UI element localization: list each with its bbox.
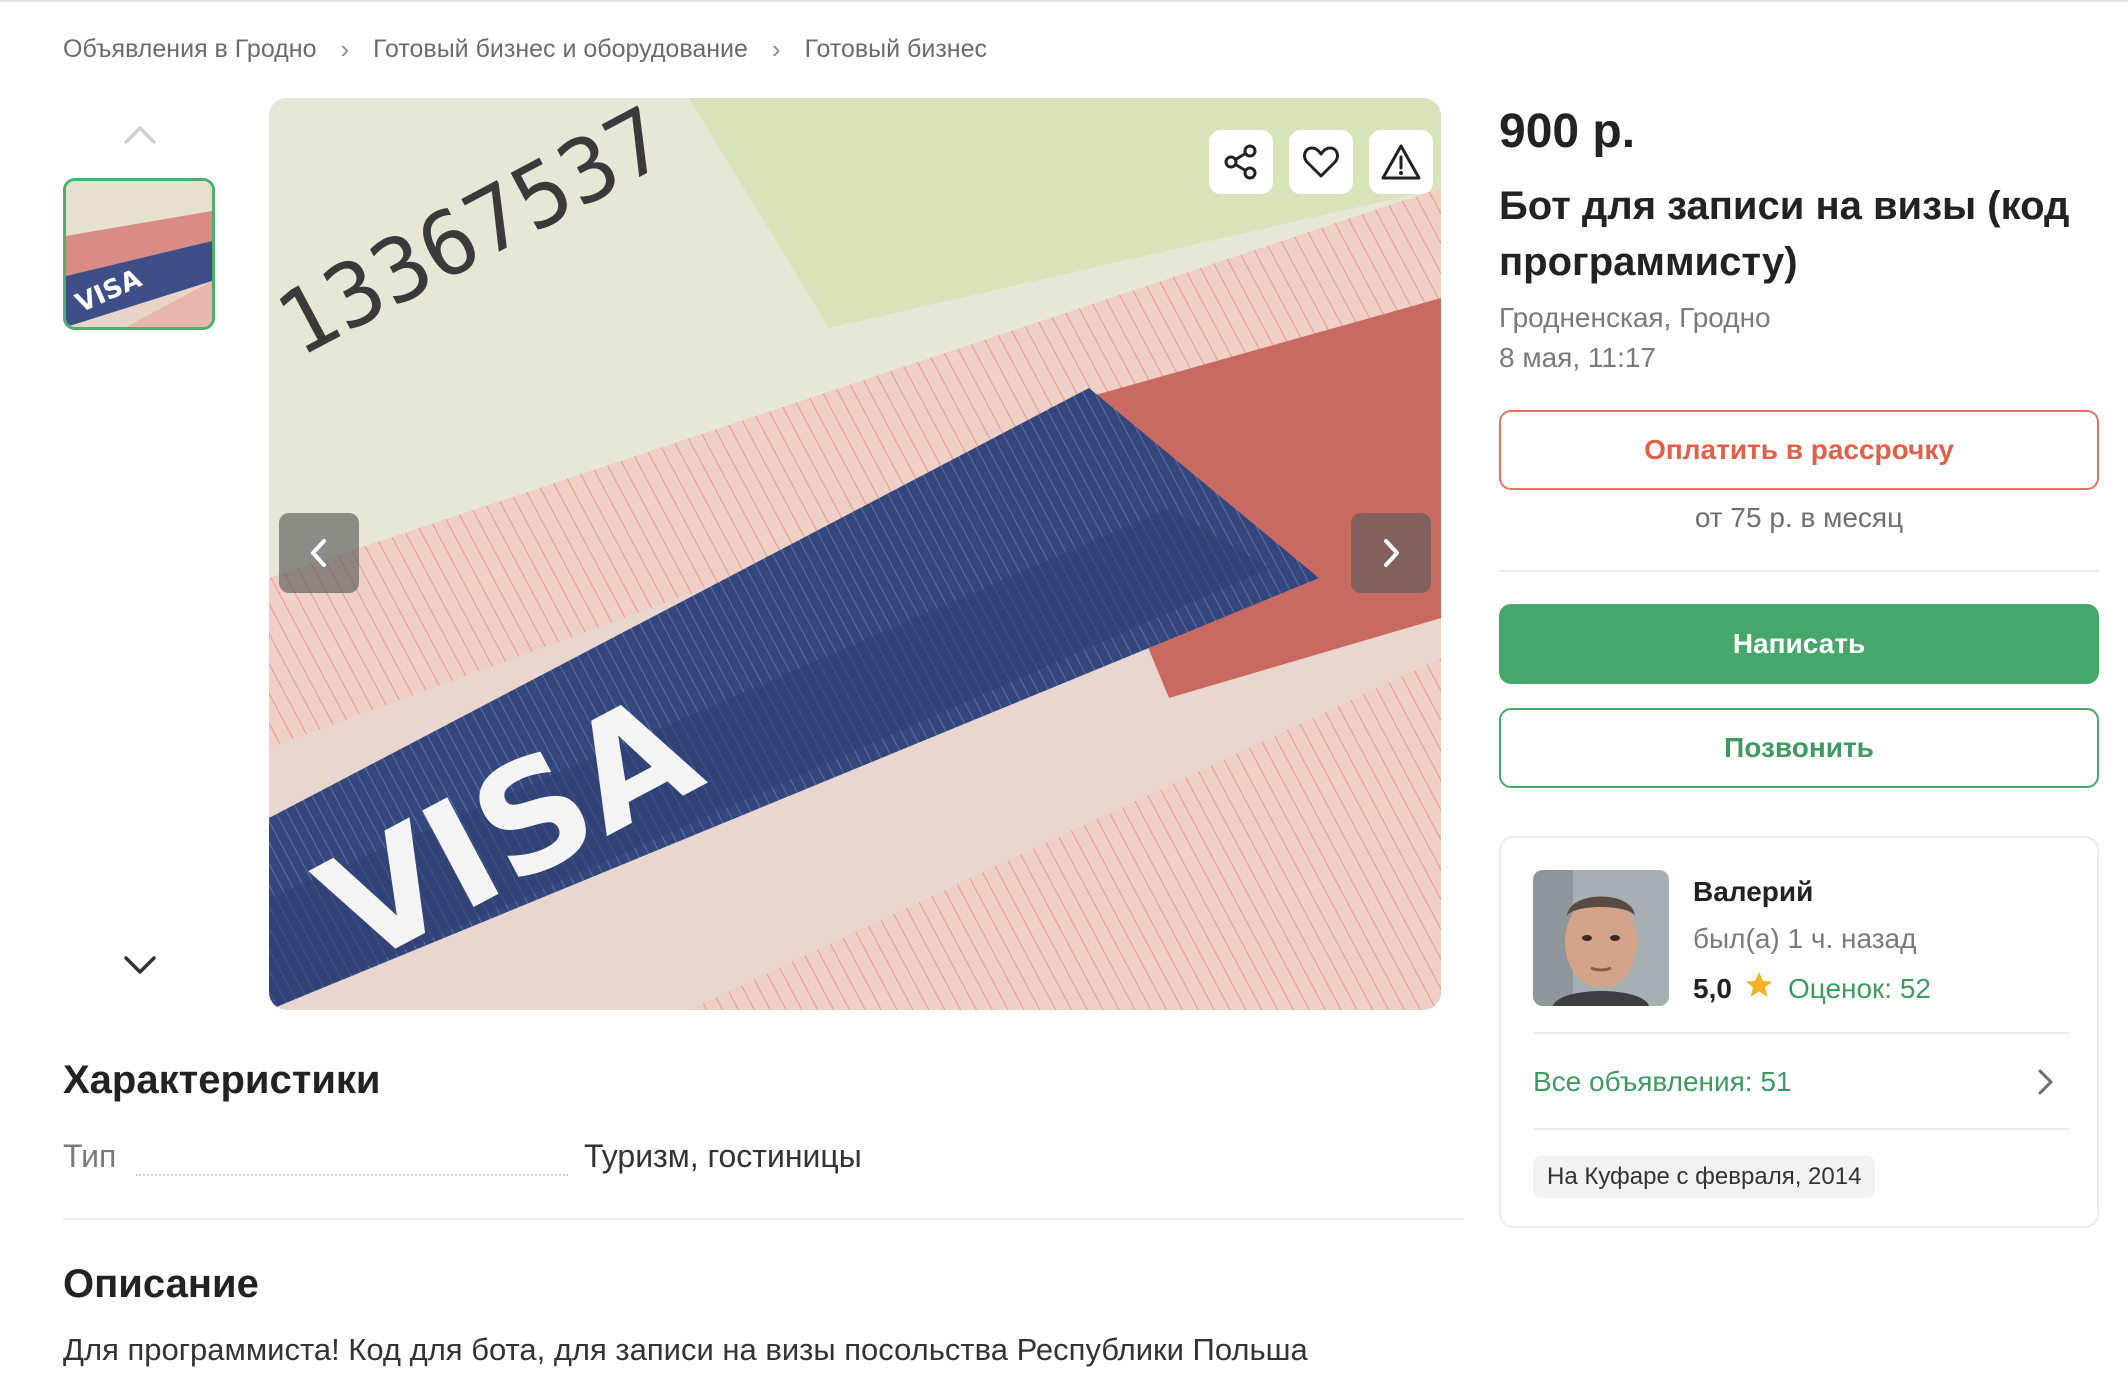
description-text: Для программиста! Код для бота, для запи…: [63, 1332, 1308, 1367]
photo-next-button[interactable]: [1351, 513, 1431, 593]
listing-region: Гродненская, Гродно: [1499, 302, 1771, 333]
listing-date: 8 мая, 11:17: [1499, 342, 1656, 373]
seller-rating: 5,0 Оценок: 52: [1693, 970, 1931, 1007]
star-icon: [1744, 970, 1774, 1007]
call-button[interactable]: Позвонить: [1499, 708, 2099, 788]
photo-prev-button[interactable]: [279, 513, 359, 593]
thumbnails-down-icon[interactable]: [120, 950, 160, 980]
reviews-link[interactable]: Оценок: 52: [1788, 973, 1931, 1005]
listing-title: Бот для записи на визы (код программисту…: [1499, 184, 2070, 284]
breadcrumb: Объявления в Гродно › Готовый бизнес и о…: [63, 34, 987, 65]
thumbnails-up-icon[interactable]: [120, 118, 160, 148]
dotted-leader: [136, 1174, 568, 1176]
characteristics-heading: Характеристики: [63, 1058, 381, 1102]
seller-card: Валерий был(а) 1 ч. назад 5,0 Оценок: 52…: [1499, 836, 2099, 1228]
write-message-button[interactable]: Написать: [1499, 604, 2099, 684]
photo-actions: [1209, 130, 1433, 194]
seller-avatar[interactable]: [1533, 870, 1669, 1006]
divider: [63, 1218, 1463, 1220]
seller-name[interactable]: Валерий: [1693, 876, 1813, 908]
divider: [1533, 1128, 2069, 1130]
favorite-heart-icon[interactable]: [1289, 130, 1353, 194]
breadcrumb-separator-icon: ›: [340, 34, 350, 64]
description-heading: Описание: [63, 1262, 259, 1306]
breadcrumb-item[interactable]: Объявления в Гродно: [63, 35, 316, 64]
main-photo[interactable]: 13367537 VISA: [269, 98, 1441, 1010]
top-divider: [0, 0, 2128, 2]
pay-installment-button[interactable]: Оплатить в рассрочку: [1499, 410, 2099, 490]
listing-price: 900 р.: [1499, 105, 1636, 158]
seller-last-seen: был(а) 1 ч. назад: [1693, 923, 1917, 954]
divider: [1533, 1032, 2069, 1034]
breadcrumb-separator-icon: ›: [771, 34, 781, 64]
characteristic-label: Тип: [63, 1138, 117, 1174]
characteristic-value: Туризм, гостиницы: [584, 1138, 862, 1174]
chevron-right-icon: [1384, 539, 1399, 567]
chevron-right-icon[interactable]: [2031, 1066, 2059, 1098]
chevron-left-icon: [311, 539, 326, 567]
rating-score: 5,0: [1693, 972, 1732, 1004]
report-warning-icon[interactable]: [1369, 130, 1433, 194]
breadcrumb-item[interactable]: Готовый бизнес: [805, 35, 987, 64]
all-ads-link[interactable]: Все объявления: 51: [1533, 1066, 1791, 1098]
gallery-thumbnail[interactable]: VISA: [63, 178, 215, 330]
share-icon[interactable]: [1209, 130, 1273, 194]
breadcrumb-item[interactable]: Готовый бизнес и оборудование: [373, 35, 748, 64]
divider: [1499, 570, 2099, 572]
installment-note: от 75 р. в месяц: [1694, 502, 1904, 533]
member-since-badge: На Куфаре с февраля, 2014: [1533, 1156, 1876, 1198]
